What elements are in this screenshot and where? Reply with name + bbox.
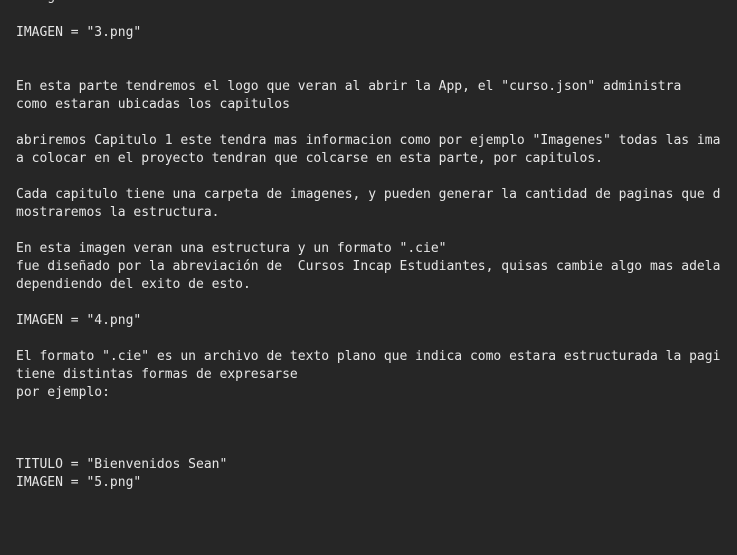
text-line: TITULO = "Bienvenidos Sean": [16, 457, 228, 472]
text-line: En esta parte tendremos el logo que vera…: [16, 79, 682, 94]
text-line: [16, 420, 720, 438]
text-line: por ejemplo:: [16, 385, 110, 400]
text-line: tiene distintas formas de expresarse: [16, 367, 298, 382]
text-editor[interactable]: ng IMAGEN = "3.png" En esta parte tendre…: [0, 0, 737, 555]
text-line: [16, 294, 720, 312]
text-line: [16, 168, 720, 186]
text-line: [16, 222, 720, 240]
text-line: En esta imagen veran una estructura y un…: [16, 241, 447, 256]
text-line: como estaran ubicadas los capitulos: [16, 97, 290, 112]
text-line: [16, 6, 720, 24]
text-line: [16, 492, 720, 510]
text-line: IMAGEN = "4.png": [16, 313, 142, 328]
text-line: [16, 114, 720, 132]
text-line: IMAGEN = "5.png": [16, 475, 142, 490]
text-line: [16, 438, 720, 456]
text-line: a colocar en el proyecto tendran que col…: [16, 151, 603, 166]
text-line: [16, 42, 720, 60]
text-content: ng IMAGEN = "3.png" En esta parte tendre…: [16, 0, 720, 546]
text-line: dependiendo del exito de esto.: [16, 277, 251, 292]
text-line: [16, 60, 720, 78]
text-line: El formato ".cie" es un archivo de texto…: [16, 349, 721, 364]
text-line: [16, 528, 720, 546]
text-line: IMAGEN = "3.png": [16, 25, 142, 40]
text-line: fue diseñado por la abreviación de Curso…: [16, 259, 721, 274]
text-line: [16, 402, 720, 420]
text-line: [16, 330, 720, 348]
text-line: abriremos Capitulo 1 este tendra mas inf…: [16, 133, 721, 148]
text-line: [16, 510, 720, 528]
text-line: mostraremos la estructura.: [16, 205, 220, 220]
text-line: Cada capitulo tiene una carpeta de image…: [16, 187, 721, 202]
